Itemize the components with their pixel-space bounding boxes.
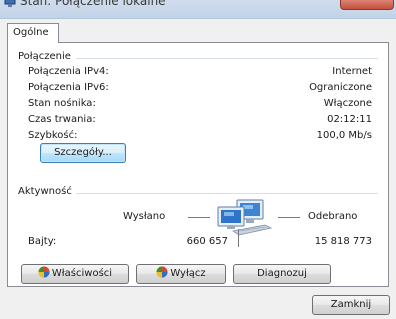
tab-general[interactable]: Ogólne (7, 23, 59, 43)
shield-icon (156, 266, 168, 278)
properties-button-label: Właściwości (51, 268, 113, 279)
speed-value: 100,0 Mb/s (316, 130, 372, 141)
tab-panel: Połączenie Połączenia IPv4: Internet Poł… (7, 42, 389, 287)
sent-line (188, 217, 210, 218)
received-line (278, 217, 300, 218)
details-button[interactable]: Szczegóły... (40, 143, 126, 163)
disable-button-label: Wyłącz (170, 268, 206, 279)
bytes-separator (238, 229, 239, 247)
window-close-button[interactable] (340, 0, 394, 10)
speed-label: Szybkość: (28, 130, 78, 141)
title-bar[interactable]: Stan: Połączenie lokalne (0, 0, 396, 19)
duration-value: 02:12:11 (327, 114, 372, 125)
ipv6-value: Ograniczone (309, 82, 372, 93)
activity-group-heading: Aktywność (18, 186, 76, 197)
bytes-sent-value: 660 657 (186, 236, 228, 247)
activity-group-divider (76, 193, 378, 194)
details-button-label: Szczegóły... (54, 147, 112, 158)
media-state-label: Stan nośnika: (28, 98, 96, 109)
connection-group-divider (76, 58, 378, 59)
media-state-value: Włączone (323, 98, 372, 109)
sent-label: Wysłano (123, 211, 166, 222)
window-title: Stan: Połączenie lokalne (20, 0, 166, 8)
diagnose-button[interactable]: Diagnozuj (233, 264, 331, 284)
ipv4-label: Połączenia IPv4: (28, 66, 109, 77)
shield-icon (38, 266, 50, 278)
status-dialog: Stan: Połączenie lokalne Ogólne Połączen… (0, 0, 396, 319)
network-computers-icon (217, 199, 273, 236)
bytes-label: Bajty: (28, 236, 57, 247)
tab-general-label: Ogólne (13, 27, 49, 38)
ipv6-label: Połączenia IPv6: (28, 82, 109, 93)
disable-button[interactable]: Wyłącz (136, 264, 226, 284)
close-button-label: Zamknij (330, 299, 372, 310)
network-icon (4, 0, 16, 7)
close-button[interactable]: Zamknij (312, 295, 390, 315)
duration-label: Czas trwania: (28, 114, 96, 125)
received-label: Odebrano (308, 211, 358, 222)
connection-group-heading: Połączenie (18, 51, 75, 62)
diagnose-button-label: Diagnozuj (257, 268, 307, 279)
bytes-received-value: 15 818 773 (314, 236, 372, 247)
ipv4-value: Internet (332, 66, 372, 77)
properties-button[interactable]: Właściwości (21, 264, 129, 284)
